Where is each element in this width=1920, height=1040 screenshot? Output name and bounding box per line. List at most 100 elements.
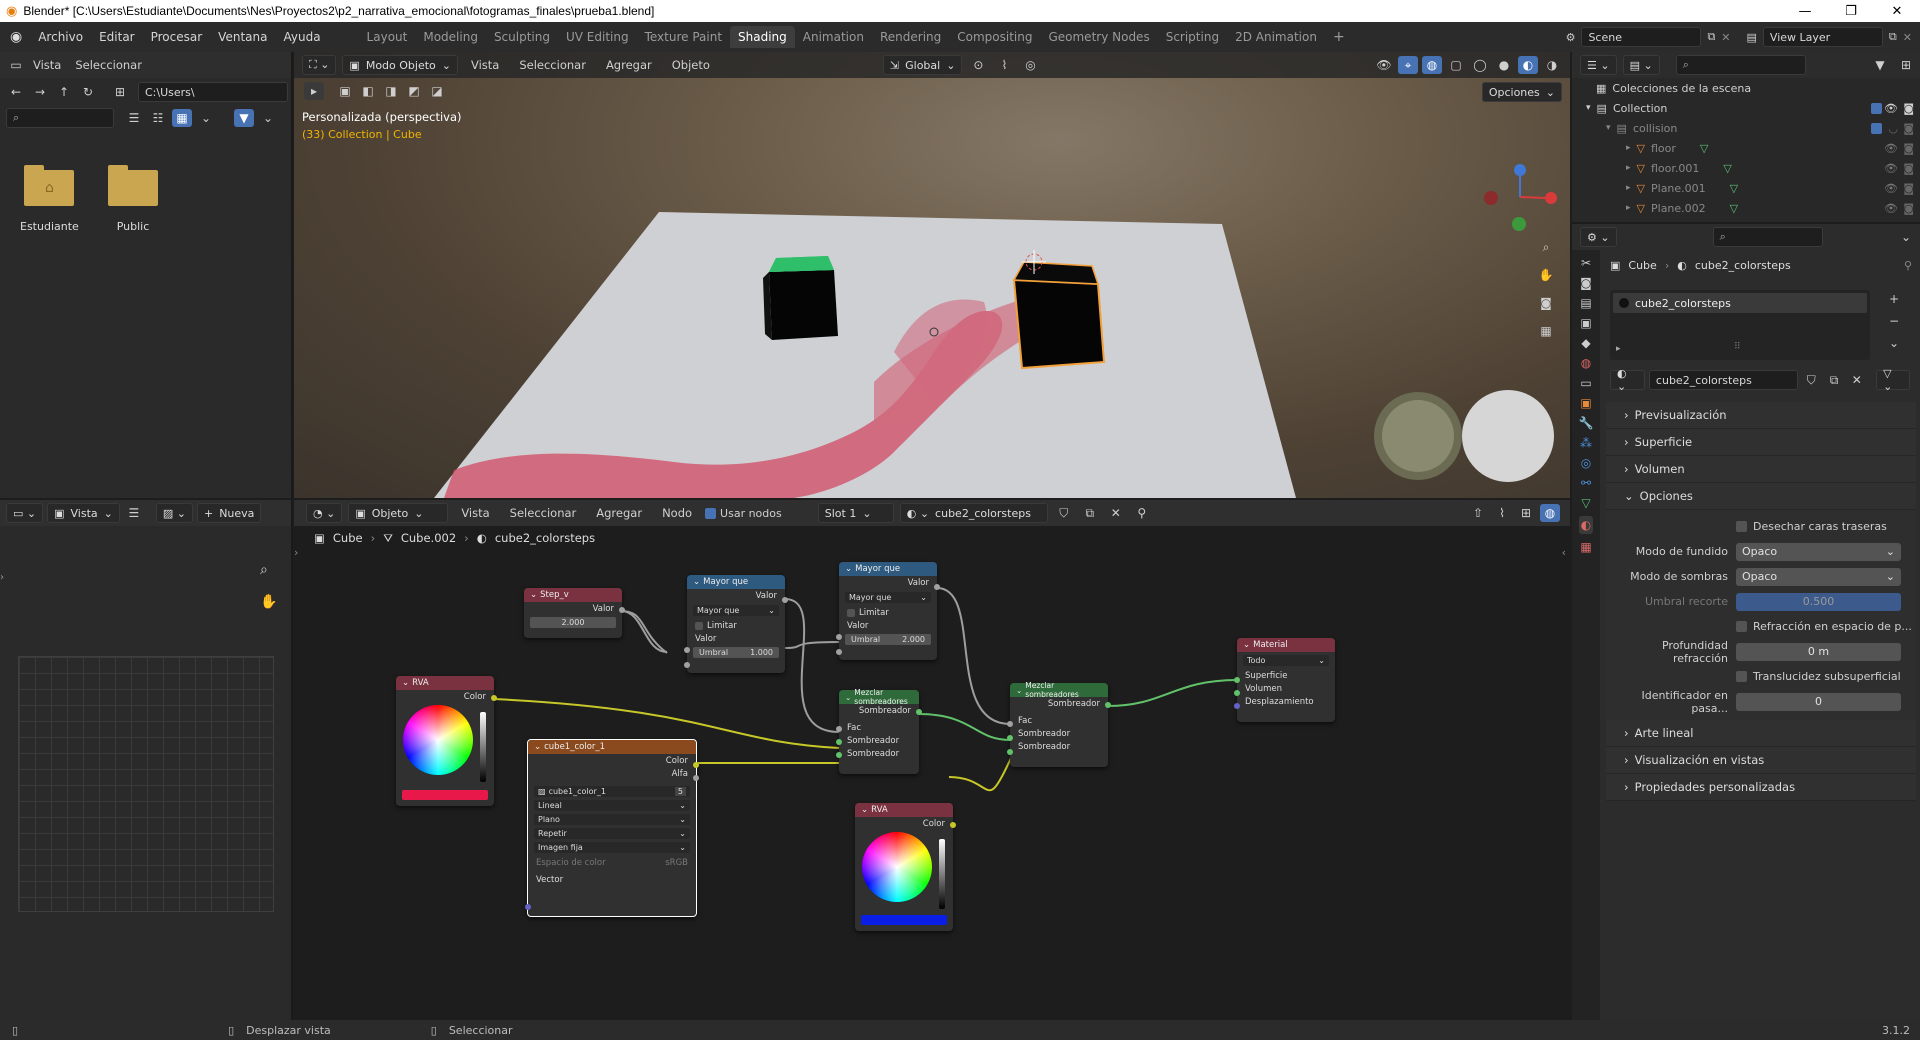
side-expand-icon[interactable]: ›: [0, 572, 4, 583]
add-workspace-icon[interactable]: +: [1325, 25, 1353, 49]
zoom-icon[interactable]: ⌕: [260, 562, 268, 578]
output-socket[interactable]: [619, 607, 625, 613]
camera-icon[interactable]: ◙: [1903, 142, 1914, 155]
new-image-button[interactable]: + Nueva: [196, 503, 262, 523]
input-socket[interactable]: [684, 647, 690, 653]
filter-dropdown-icon[interactable]: ⌄: [258, 109, 278, 127]
output-socket[interactable]: [1105, 702, 1111, 708]
tab-animation[interactable]: Animation: [795, 26, 872, 48]
link-dropdown[interactable]: ▽ ⌄: [1876, 367, 1911, 393]
threshold-field[interactable]: Umbral 1.000: [693, 647, 779, 658]
new-scene-icon[interactable]: ⧉: [1707, 30, 1715, 44]
output-socket[interactable]: [934, 584, 940, 590]
operation-dropdown[interactable]: Mayor que ⌄: [693, 605, 779, 616]
fake-user-icon[interactable]: ⛉: [1802, 371, 1821, 389]
3d-viewport[interactable]: ⛶ ⌄ ▣ Modo Objeto ⌄ Vista Seleccionar Ag…: [294, 52, 1570, 498]
view-layer-field[interactable]: View Layer: [1762, 27, 1883, 47]
camera-icon[interactable]: ◙: [1903, 122, 1914, 135]
expand-arrow-icon[interactable]: ▸: [1616, 344, 1621, 354]
slot-menu-icon[interactable]: ⌄: [1884, 334, 1904, 352]
unlink-icon[interactable]: ✕: [1847, 371, 1866, 389]
filter-icon[interactable]: ▼: [234, 109, 254, 127]
menu-ventana[interactable]: Ventana: [210, 30, 275, 44]
forward-arrow-icon[interactable]: →: [30, 83, 50, 101]
tab-scripting[interactable]: Scripting: [1158, 26, 1227, 48]
projection-dropdown[interactable]: Plano ⌄: [534, 814, 690, 825]
node-image-texture[interactable]: ⌄ cube1_color_1 Color Alfa ▨ cube1_color_1…: [525, 739, 699, 917]
hamburger-menu-icon[interactable]: ☰: [124, 504, 144, 522]
scene-tab-icon[interactable]: ◆: [1581, 336, 1590, 350]
material-slot-list[interactable]: cube2_colorsteps ▸ ⠿: [1610, 290, 1870, 360]
delete-scene-icon[interactable]: ✕: [1721, 31, 1730, 44]
section-viewport-display[interactable]: › Visualización en vistas: [1606, 747, 1916, 774]
menu-procesar[interactable]: Procesar: [143, 30, 211, 44]
tab-texture-paint[interactable]: Texture Paint: [637, 26, 730, 48]
color-wheel[interactable]: [403, 705, 473, 775]
grid-icon[interactable]: ▦: [1536, 322, 1556, 340]
refresh-icon[interactable]: ↻: [78, 83, 98, 101]
target-dropdown[interactable]: Todo ⌄: [1243, 655, 1329, 666]
threshold-field[interactable]: Umbral 2.000: [845, 634, 931, 645]
render-tab-icon[interactable]: ◙: [1580, 276, 1592, 290]
duplicate-icon[interactable]: ⧉: [1825, 371, 1844, 389]
node-mix-shader-1[interactable]: ⌄ Mezclar sombreadores Sombreador Fac Som…: [836, 688, 922, 774]
section-custom-properties[interactable]: › Propiedades personalizadas: [1606, 774, 1916, 801]
screen-refraction-toggle[interactable]: Refracción en espacio de p...: [1606, 614, 1916, 639]
view-layer-tab-icon[interactable]: ▣: [1580, 316, 1591, 330]
parent-dir-icon[interactable]: ↑: [54, 83, 74, 101]
detail-view-icon[interactable]: ☷: [148, 109, 168, 127]
fb-menu-seleccionar[interactable]: Seleccionar: [68, 58, 149, 72]
section-volume[interactable]: › Volumen: [1606, 456, 1916, 483]
output-socket[interactable]: [693, 762, 699, 768]
input-socket[interactable]: [1007, 749, 1013, 755]
pan-hand-icon[interactable]: ✋: [260, 594, 277, 610]
node-step[interactable]: ⌄ Step_v Valor 2.000: [524, 588, 625, 638]
backface-culling-toggle[interactable]: Desechar caras traseras: [1606, 514, 1916, 539]
tab-compositing[interactable]: Compositing: [949, 26, 1040, 48]
shadow-mode-dropdown[interactable]: Opaco ⌄: [1736, 567, 1901, 586]
modifier-tab-icon[interactable]: 🔧: [1579, 416, 1594, 430]
object-tab-icon[interactable]: ▣: [1580, 396, 1591, 410]
step-value-field[interactable]: 2.000: [530, 617, 616, 628]
camera-icon[interactable]: ◙: [1536, 294, 1556, 312]
new-folder-icon[interactable]: ⊞: [110, 83, 130, 101]
editor-type-icon[interactable]: ▭: [6, 56, 26, 74]
color-swatch[interactable]: [861, 915, 947, 925]
exclude-checkbox[interactable]: [1871, 102, 1882, 114]
eye-icon[interactable]: 👁: [1884, 102, 1898, 115]
remove-slot-icon[interactable]: −: [1884, 312, 1904, 330]
texture-tab-icon[interactable]: ▦: [1580, 540, 1591, 554]
value-slider[interactable]: [480, 712, 486, 782]
new-view-layer-icon[interactable]: ⧉: [1889, 30, 1897, 44]
list-view-icon[interactable]: ☰: [124, 109, 144, 127]
output-tab-icon[interactable]: ▤: [1580, 296, 1591, 310]
properties-editor-type[interactable]: ⚙ ⌄: [1580, 227, 1617, 247]
outliner-editor-type[interactable]: ☰ ⌄: [1580, 55, 1617, 75]
outliner-item-collision[interactable]: ▾ ▤ collision ◡ ◙: [1572, 118, 1920, 138]
input-socket[interactable]: [1234, 677, 1240, 683]
input-socket[interactable]: [684, 662, 690, 668]
material-name-field[interactable]: cube2_colorsteps: [1648, 370, 1798, 390]
pan-hand-icon[interactable]: ✋: [1536, 266, 1556, 284]
scene-icon[interactable]: ⚙: [1566, 31, 1576, 44]
expand-arrow-icon[interactable]: ▾: [1606, 123, 1611, 133]
image-view-dropdown[interactable]: ▣ Vista ⌄: [47, 503, 120, 523]
tab-modeling[interactable]: Modeling: [415, 26, 486, 48]
add-slot-icon[interactable]: +: [1884, 290, 1904, 308]
tab-rendering[interactable]: Rendering: [872, 26, 949, 48]
color-swatch[interactable]: [402, 790, 488, 800]
material-slot-item[interactable]: cube2_colorsteps: [1613, 293, 1867, 313]
output-socket[interactable]: [693, 775, 699, 781]
input-socket[interactable]: [836, 634, 842, 640]
input-socket[interactable]: [1234, 703, 1240, 709]
shader-node-editor[interactable]: ◔ ⌄ ▣ Objeto ⌄ Vista Seleccionar Agregar…: [294, 500, 1570, 1020]
tab-layout[interactable]: Layout: [359, 26, 416, 48]
blender-menu-icon[interactable]: ◉: [10, 29, 22, 45]
tab-shading[interactable]: Shading: [730, 26, 795, 48]
node-rgb-2[interactable]: ⌄ RVA Color: [855, 803, 956, 931]
eye-icon[interactable]: 👁: [1884, 202, 1898, 215]
outliner-item-collection[interactable]: ▾ ▤ Collection 👁 ◙: [1572, 98, 1920, 118]
blend-mode-dropdown[interactable]: Opaco ⌄: [1736, 542, 1901, 561]
node-greater-than-2[interactable]: ⌄ Mayor que Valor Mayor que ⌄ Limitar Valo…: [836, 562, 940, 660]
zoom-icon[interactable]: ⌕: [1536, 238, 1556, 256]
